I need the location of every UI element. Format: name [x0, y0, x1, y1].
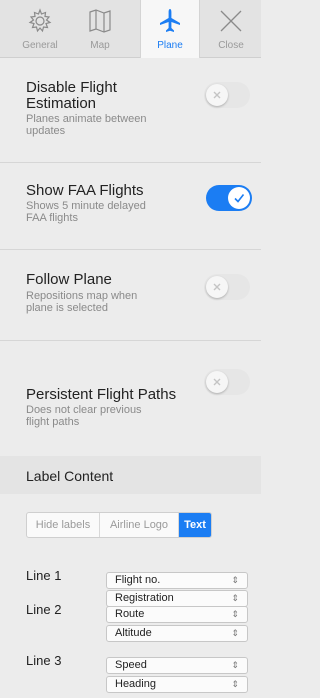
setting-title-line: Disable Flight [26, 79, 117, 96]
select-arrows-icon: ⇕ [231, 575, 239, 585]
map-icon [72, 6, 128, 36]
line-1-first-select[interactable]: Flight no. ⇕ [106, 572, 248, 589]
setting-title-line: Estimation [26, 95, 97, 112]
setting-description-line: Repositions map when [26, 290, 138, 302]
setting-follow-plane: Follow Plane Repositions map when plane … [0, 250, 261, 340]
setting-persistent-flight-paths: Persistent Flight Paths Does not clear p… [0, 341, 261, 441]
segment-airline-logo[interactable]: Airline Logo [100, 513, 179, 537]
setting-description: Shows 5 minute delayed FAA flights [26, 200, 186, 224]
x-icon [213, 378, 221, 386]
label-content-heading: Label Content [26, 468, 114, 484]
select-arrows-icon: ⇕ [231, 628, 239, 638]
setting-description-line: plane is selected [26, 301, 108, 314]
label-content-header: Label Content [0, 456, 261, 494]
setting-description-line: updates [26, 124, 66, 137]
line-3-label: Line 3 [26, 653, 62, 668]
setting-description: Repositions map when plane is selected [26, 290, 186, 314]
close-icon [204, 6, 258, 36]
setting-description-line: flight paths [26, 415, 80, 428]
setting-description-line: Does not clear previous [26, 404, 142, 416]
line-3-first-select[interactable]: Speed ⇕ [106, 657, 248, 674]
line-2-first-select[interactable]: Route ⇕ [106, 606, 248, 623]
setting-title: Persistent Flight Paths [26, 386, 177, 403]
toggle-knob [206, 371, 228, 393]
follow-plane-toggle[interactable] [204, 274, 250, 300]
line-2-second-select[interactable]: Altitude ⇕ [106, 625, 248, 642]
tab-plane[interactable]: Plane [140, 0, 200, 58]
gear-icon [12, 6, 68, 36]
tab-map[interactable]: Map [72, 0, 128, 58]
x-icon [213, 283, 221, 291]
plane-icon [141, 6, 199, 36]
toggle-knob [228, 187, 250, 209]
disable-estimation-toggle[interactable] [204, 82, 250, 108]
select-value: Heading [115, 678, 156, 690]
toolbar: General Map Plane Close [0, 0, 261, 58]
setting-description: Does not clear previous flight paths [26, 404, 186, 428]
line-1-label: Line 1 [26, 568, 62, 583]
select-value: Registration [115, 592, 174, 604]
setting-title: Disable Flight Estimation [26, 80, 117, 112]
check-icon [234, 194, 245, 203]
select-arrows-icon: ⇕ [231, 679, 239, 689]
line-2-label: Line 2 [26, 602, 62, 617]
setting-description: Planes animate between updates [26, 113, 186, 137]
select-arrows-icon: ⇕ [231, 660, 239, 670]
setting-description-line: FAA flights [26, 211, 78, 224]
setting-show-faa-flights: Show FAA Flights Shows 5 minute delayed … [0, 163, 261, 249]
select-value: Speed [115, 659, 147, 671]
line-1-second-select[interactable]: Registration ⇕ [106, 590, 248, 607]
segment-hide-labels[interactable]: Hide labels [27, 513, 100, 537]
toggle-knob [206, 276, 228, 298]
tab-plane-label: Plane [157, 40, 183, 51]
setting-title: Follow Plane [26, 271, 112, 288]
tab-general[interactable]: General [12, 0, 68, 58]
select-arrows-icon: ⇕ [231, 593, 239, 603]
tab-close-label: Close [218, 40, 244, 51]
setting-title: Show FAA Flights [26, 182, 144, 199]
toggle-knob [206, 84, 228, 106]
faa-flights-toggle[interactable] [206, 185, 252, 211]
tab-general-label: General [22, 40, 58, 51]
select-arrows-icon: ⇕ [231, 609, 239, 619]
persistent-paths-toggle[interactable] [204, 369, 250, 395]
select-value: Flight no. [115, 574, 161, 586]
select-value: Altitude [115, 627, 152, 639]
line-3-second-select[interactable]: Heading ⇕ [106, 676, 248, 693]
setting-description-line: Planes animate between [26, 113, 147, 125]
x-icon [213, 91, 221, 99]
setting-description-line: Shows 5 minute delayed [26, 200, 146, 212]
setting-disable-flight-estimation: Disable Flight Estimation Planes animate… [0, 58, 261, 162]
segment-text[interactable]: Text [179, 513, 211, 537]
tab-map-label: Map [90, 40, 110, 51]
label-mode-segmented-control: Hide labels Airline Logo Text [26, 512, 212, 538]
tab-close[interactable]: Close [204, 0, 258, 58]
select-value: Route [115, 608, 145, 620]
